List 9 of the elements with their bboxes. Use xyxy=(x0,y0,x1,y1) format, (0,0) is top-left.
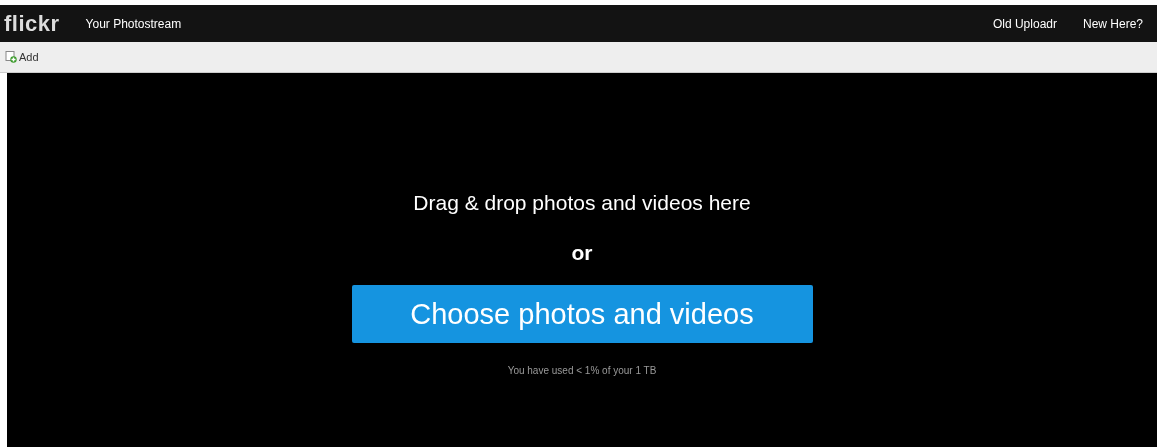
drop-heading: Drag & drop photos and videos here xyxy=(413,191,751,215)
or-text: or xyxy=(571,241,593,265)
add-button[interactable]: Add xyxy=(0,51,39,63)
add-photo-icon xyxy=(5,51,17,63)
flickr-logo[interactable]: flickr xyxy=(4,10,60,37)
storage-usage-text: You have used < 1% of your 1 TB xyxy=(507,365,657,376)
nav-link[interactable]: Old Uploadr xyxy=(992,16,1057,31)
nav-link[interactable]: New Here? xyxy=(1082,16,1143,31)
nav-link[interactable]: Your Photostream xyxy=(85,16,182,31)
